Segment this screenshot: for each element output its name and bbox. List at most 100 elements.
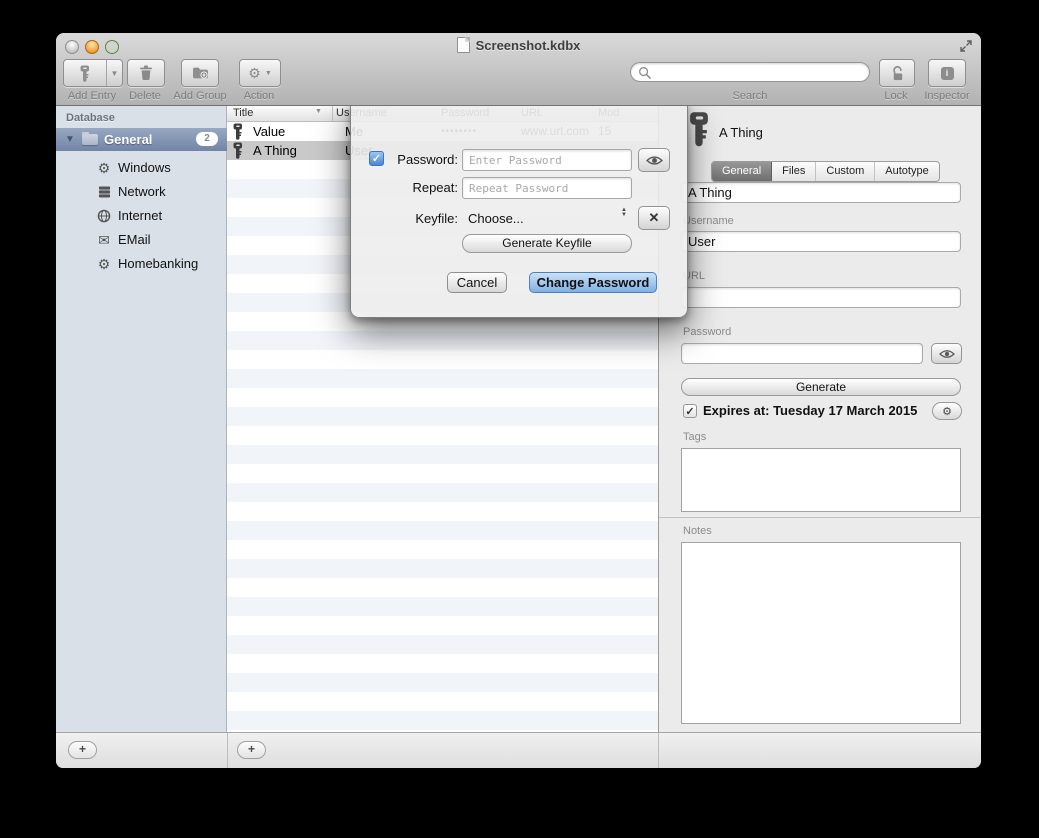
- password-field[interactable]: [681, 343, 923, 364]
- search-field[interactable]: [630, 62, 870, 82]
- eye-icon: [646, 155, 663, 166]
- add-entry-label: Add Entry: [63, 90, 121, 102]
- add-group-button[interactable]: [181, 59, 219, 87]
- delete-label: Delete: [127, 90, 163, 102]
- toolbar-item-add-group: Add Group: [167, 59, 233, 87]
- app-window: Screenshot.kdbx ▼ Add Entry Delete: [56, 33, 981, 768]
- cancel-button[interactable]: Cancel: [447, 272, 507, 293]
- inspector-button[interactable]: i: [928, 59, 966, 87]
- screenshot-background: Screenshot.kdbx ▼ Add Entry Delete: [0, 0, 1039, 838]
- window-title: Screenshot.kdbx: [476, 38, 581, 53]
- sidebar-item-label: Homebanking: [118, 252, 198, 276]
- sidebar-item-label: EMail: [118, 228, 151, 252]
- dialog-password-input[interactable]: [462, 149, 632, 171]
- toolbar-item-delete: Delete: [127, 59, 163, 87]
- titlebar: Screenshot.kdbx: [56, 37, 981, 55]
- tags-label: Tags: [683, 431, 706, 443]
- password-label: Password: [683, 326, 731, 338]
- fullscreen-icon[interactable]: [959, 39, 973, 53]
- column-divider[interactable]: [332, 105, 333, 121]
- tab-autotype[interactable]: Autotype: [875, 162, 938, 181]
- search-label: Search: [630, 90, 870, 102]
- server-icon: [96, 180, 112, 204]
- stepper-icon[interactable]: ▲ ▼: [619, 208, 629, 218]
- change-password-dialog: ✓ Password: Repeat: Keyfile: Choose... ▲…: [350, 103, 688, 318]
- bottom-bar: + +: [56, 732, 981, 768]
- generate-password-button[interactable]: Generate: [681, 378, 961, 396]
- username-field[interactable]: [681, 231, 961, 252]
- sidebar-header: Database: [66, 112, 115, 124]
- folder-icon: [82, 134, 98, 145]
- tags-field[interactable]: [681, 448, 961, 512]
- lock-label: Lock: [879, 90, 913, 102]
- inspector-label: Inspector: [924, 90, 970, 102]
- sidebar-item-label: Windows: [118, 156, 171, 180]
- dialog-repeat-input[interactable]: [462, 177, 632, 199]
- keyfile-popup[interactable]: Choose...: [468, 211, 524, 226]
- gear-icon: ⚙: [942, 406, 952, 418]
- toolbar-item-add-entry: ▼ Add Entry: [63, 59, 121, 87]
- dialog-keyfile-label: Keyfile:: [351, 211, 458, 226]
- toolbar-item-lock: Lock: [879, 59, 913, 87]
- gear-icon: ⚙: [248, 66, 261, 80]
- tab-custom[interactable]: Custom: [816, 162, 875, 181]
- reveal-password-button[interactable]: [931, 343, 962, 364]
- add-entry-caret-icon[interactable]: ▼: [106, 60, 122, 86]
- change-password-button[interactable]: Change Password: [529, 272, 657, 293]
- tab-files[interactable]: Files: [772, 162, 816, 181]
- disclosure-triangle-icon[interactable]: ▼: [65, 128, 75, 151]
- dialog-repeat-label: Repeat:: [351, 180, 458, 195]
- add-entry-button[interactable]: ▼: [63, 59, 123, 87]
- key-icon: [689, 111, 710, 147]
- clear-keyfile-button[interactable]: ✕: [638, 206, 670, 230]
- sidebar-item-windows[interactable]: ⚙ Windows: [56, 156, 227, 180]
- expires-checkbox[interactable]: ✓: [683, 404, 697, 418]
- folder-plus-icon: [192, 66, 209, 80]
- cell-title: A Thing: [253, 141, 297, 160]
- trash-icon: [139, 65, 153, 81]
- add-group-plus-button[interactable]: +: [68, 741, 97, 759]
- action-button[interactable]: ⚙ ▼: [239, 59, 281, 87]
- add-group-label: Add Group: [167, 90, 233, 102]
- action-caret-icon: ▼: [265, 70, 272, 77]
- add-entry-plus-button[interactable]: +: [237, 741, 266, 759]
- section-divider: [659, 517, 981, 518]
- generate-keyfile-button[interactable]: Generate Keyfile: [462, 234, 632, 253]
- dialog-reveal-password-button[interactable]: [638, 148, 670, 172]
- column-header-title[interactable]: Title: [233, 107, 253, 119]
- inspector-panel: A Thing General Files Custom Autotype Us…: [658, 105, 981, 732]
- sidebar-item-label: Network: [118, 180, 166, 204]
- sidebar-group-label: General: [104, 128, 152, 151]
- key-icon: [64, 65, 106, 82]
- lock-button[interactable]: [879, 59, 915, 87]
- sidebar-item-network[interactable]: Network: [56, 180, 227, 204]
- notes-field[interactable]: [681, 542, 961, 724]
- sidebar-group-general[interactable]: ▼ General 2: [56, 128, 227, 151]
- key-icon: [233, 142, 243, 159]
- url-field[interactable]: [681, 287, 961, 308]
- username-label: Username: [683, 215, 734, 227]
- sidebar-item-homebanking[interactable]: ⚙ Homebanking: [56, 252, 227, 276]
- expires-label: Expires at: Tuesday 17 March 2015: [703, 403, 917, 418]
- cell-title: Value: [253, 122, 285, 141]
- title-field[interactable]: [681, 182, 961, 203]
- search-input[interactable]: [655, 64, 859, 80]
- sidebar-item-internet[interactable]: Internet: [56, 204, 227, 228]
- notes-label: Notes: [683, 525, 712, 537]
- tab-general[interactable]: General: [712, 162, 772, 181]
- sidebar-item-label: Internet: [118, 204, 162, 228]
- sidebar-item-email[interactable]: ✉ EMail: [56, 228, 227, 252]
- inspector-entry-title: A Thing: [719, 125, 763, 140]
- window-header: Screenshot.kdbx ▼ Add Entry Delete: [56, 33, 981, 106]
- toolbar-item-inspector: i Inspector: [924, 59, 970, 87]
- gear-icon: ⚙: [96, 252, 112, 276]
- search-icon: [638, 66, 651, 79]
- sort-descending-icon: ▼: [315, 108, 322, 115]
- action-label: Action: [239, 90, 279, 102]
- stepper-down-icon: ▼: [621, 212, 627, 218]
- entry-count-badge: 2: [196, 132, 218, 146]
- lock-icon: [890, 65, 905, 82]
- expires-settings-button[interactable]: ⚙: [932, 402, 962, 420]
- delete-button[interactable]: [127, 59, 165, 87]
- info-icon: i: [941, 67, 954, 80]
